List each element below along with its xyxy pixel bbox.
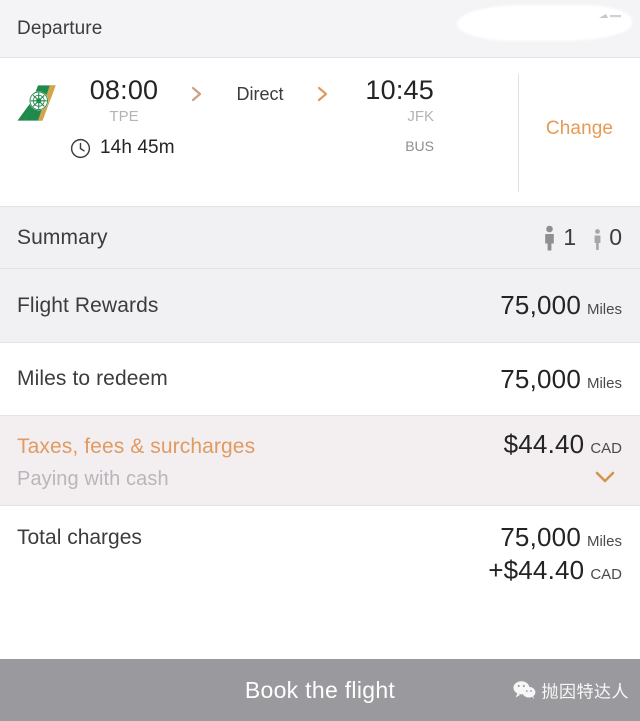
child-passenger-group: 0 <box>592 224 622 251</box>
taxes-value: $44.40 CAD <box>504 429 622 460</box>
taxes-label: Taxes, fees & surcharges <box>17 435 256 458</box>
flight-rewards-amount: 75,000 <box>500 290 581 320</box>
total-cash-amount: +$44.40 <box>488 555 585 585</box>
book-flight-label: Book the flight <box>244 676 396 703</box>
summary-row: Summary 1 0 <box>0 206 640 268</box>
total-charges-label: Total charges <box>17 526 142 549</box>
adult-passenger-group: 1 <box>542 224 576 251</box>
page-title: Departure <box>17 17 103 39</box>
passenger-counts: 1 0 <box>530 224 622 251</box>
child-passenger-icon <box>594 228 601 250</box>
change-button[interactable]: Change <box>546 118 613 140</box>
taxes-payment-method: Paying with cash <box>17 468 169 490</box>
taxes-main-line: Taxes, fees & surcharges $44.40 CAD <box>17 429 622 460</box>
summary-label: Summary <box>17 225 108 249</box>
child-count: 0 <box>609 224 622 250</box>
total-cash-unit: CAD <box>590 566 622 583</box>
miles-to-redeem-unit: Miles <box>586 374 622 392</box>
departure-segment: 08:00 TPE <box>66 72 182 127</box>
booking-summary-screen: Departure 08:00 TPE Direct 10:45 JFK BUS… <box>0 0 640 721</box>
total-miles-amount: 75,000 <box>500 522 581 552</box>
miles-to-redeem-amount: 75,000 <box>500 363 581 394</box>
change-flight-column: Change <box>518 74 640 192</box>
wechat-icon <box>512 681 535 700</box>
flight-details: 08:00 TPE Direct 10:45 JFK BUS 14h 45m <box>0 72 518 196</box>
taxes-expand-button[interactable] <box>588 469 622 485</box>
taxes-amount: $44.40 <box>503 429 585 459</box>
total-miles-line: 75,000 Miles <box>488 522 622 553</box>
total-charges-values: 75,000 Miles +$44.40 CAD <box>488 520 622 586</box>
book-flight-bar[interactable]: Book the flight 抛因特达人 <box>0 659 640 721</box>
arrival-time: 10:45 <box>365 75 434 105</box>
adult-passenger-icon <box>545 225 555 250</box>
miles-to-redeem-label: Miles to redeem <box>17 367 168 390</box>
miles-to-redeem-value: 75,000 Miles <box>500 364 622 395</box>
total-miles-unit: Miles <box>586 533 622 550</box>
flight-rewards-unit: Miles <box>586 301 622 318</box>
flight-card: 08:00 TPE Direct 10:45 JFK BUS 14h 45m C… <box>0 58 640 206</box>
duration-text: 14h 45m <box>100 137 175 158</box>
departure-time: 08:00 <box>89 75 159 105</box>
taxes-sub-line: Paying with cash <box>17 463 622 491</box>
stops-label: Direct <box>236 84 284 104</box>
arrival-segment: 10:45 JFK BUS <box>338 72 456 156</box>
taxes-unit: CAD <box>590 440 622 457</box>
eva-air-tailfin-logo <box>17 85 56 121</box>
chevron-right-icon-1 <box>182 84 212 104</box>
clock-icon <box>70 138 91 158</box>
page-header: Departure <box>0 0 640 57</box>
wechat-watermark: 抛因特达人 <box>512 678 630 703</box>
flight-rewards-value: 75,000 Miles <box>500 290 622 321</box>
total-charges-row: Total charges 75,000 Miles +$44.40 CAD <box>0 506 640 659</box>
chevron-down-icon <box>595 471 615 483</box>
arrival-terminal: BUS <box>405 138 434 154</box>
miles-to-redeem-row: Miles to redeem 75,000 Miles <box>0 343 640 415</box>
taxes-row[interactable]: Taxes, fees & surcharges $44.40 CAD Payi… <box>0 416 640 505</box>
departure-airport-code: TPE <box>109 108 139 125</box>
watermark-text: 抛因特达人 <box>541 682 629 702</box>
arrival-airport-code: JFK <box>407 108 434 125</box>
chevron-right-icon-2 <box>308 84 338 104</box>
flight-rewards-label: Flight Rewards <box>17 293 159 317</box>
redacted-area <box>457 5 632 41</box>
flight-rewards-row: Flight Rewards 75,000 Miles <box>0 269 640 342</box>
total-cash-line: +$44.40 CAD <box>488 555 622 586</box>
adult-count: 1 <box>563 224 577 250</box>
redaction-speck-icon <box>599 14 621 18</box>
